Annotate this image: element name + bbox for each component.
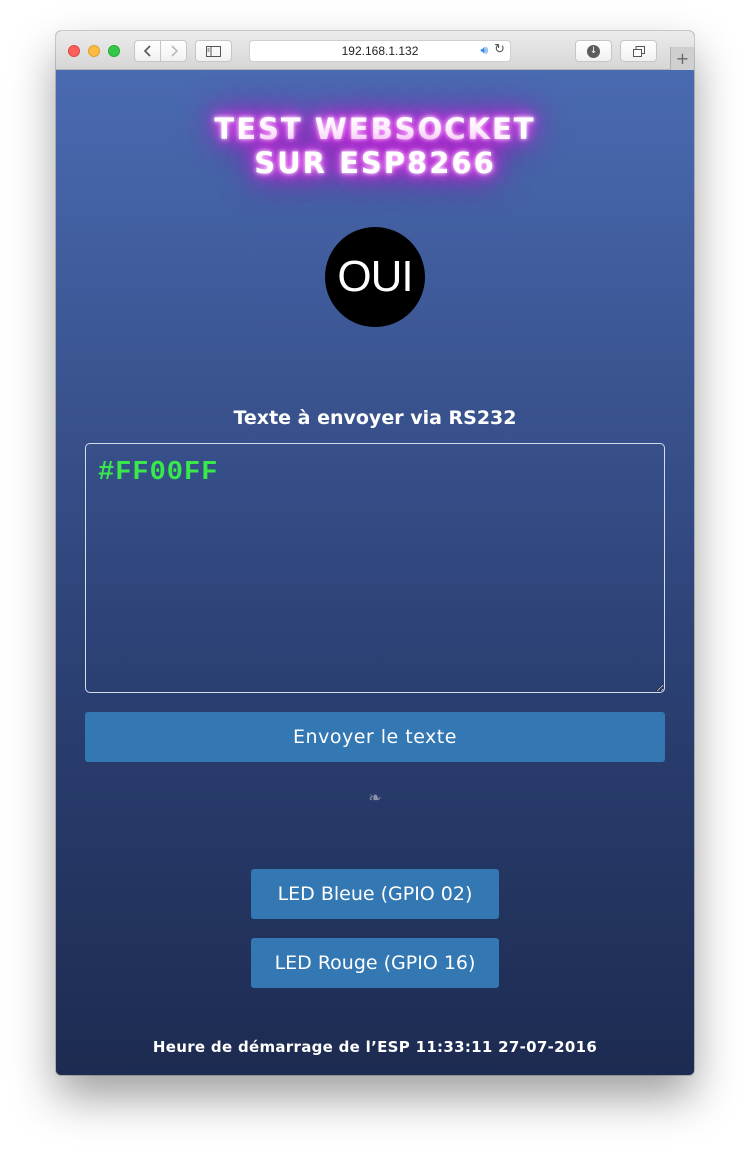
forward-button[interactable] [160,40,187,62]
back-button[interactable] [134,40,161,62]
rs232-label: Texte à envoyer via RS232 [233,407,517,429]
minimize-window-button[interactable] [88,45,100,57]
send-text-button[interactable]: Envoyer le texte [85,712,665,762]
page-content: TEST WEBSOCKET SUR ESP8266 OUI Texte à e… [56,70,694,1075]
speaker-icon[interactable]: 🔊︎ [480,43,488,58]
separator-ornament: ❧ [368,788,382,807]
page-title-line2: SUR ESP8266 [254,146,496,180]
led-blue-button[interactable]: LED Bleue (GPIO 02) [251,869,499,919]
download-icon: ↓ [587,44,600,58]
sidebar-toggle-button[interactable] [195,40,232,62]
tabs-overview-button[interactable] [620,40,657,62]
plus-icon[interactable]: + [670,47,694,70]
reload-icon[interactable]: ↻ [494,42,505,57]
browser-toolbar: 192.168.1.132 🔊︎ ↻ ↓ + [56,31,694,70]
sidebar-icon [206,45,221,57]
tabs-overview-icon [632,45,645,57]
downloads-button[interactable]: ↓ [575,40,612,62]
boot-time-text: Heure de démarrage de l’ESP 11:33:11 27-… [152,1038,598,1056]
address-bar[interactable]: 192.168.1.132 🔊︎ ↻ [249,40,511,62]
page-title: TEST WEBSOCKET SUR ESP8266 [56,112,694,180]
rs232-textarea[interactable]: #FF00FF [85,443,665,693]
chevron-right-icon [170,45,178,57]
url-text: 192.168.1.132 [341,44,419,58]
maximize-window-button[interactable] [108,45,120,57]
status-indicator: OUI [325,227,425,327]
page-title-line1: TEST WEBSOCKET [214,112,536,146]
browser-window: 192.168.1.132 🔊︎ ↻ ↓ + TEST WEBSOCKET SU… [56,31,694,1075]
close-window-button[interactable] [68,45,80,57]
led-red-button[interactable]: LED Rouge (GPIO 16) [251,938,499,988]
chevron-left-icon [143,45,151,57]
